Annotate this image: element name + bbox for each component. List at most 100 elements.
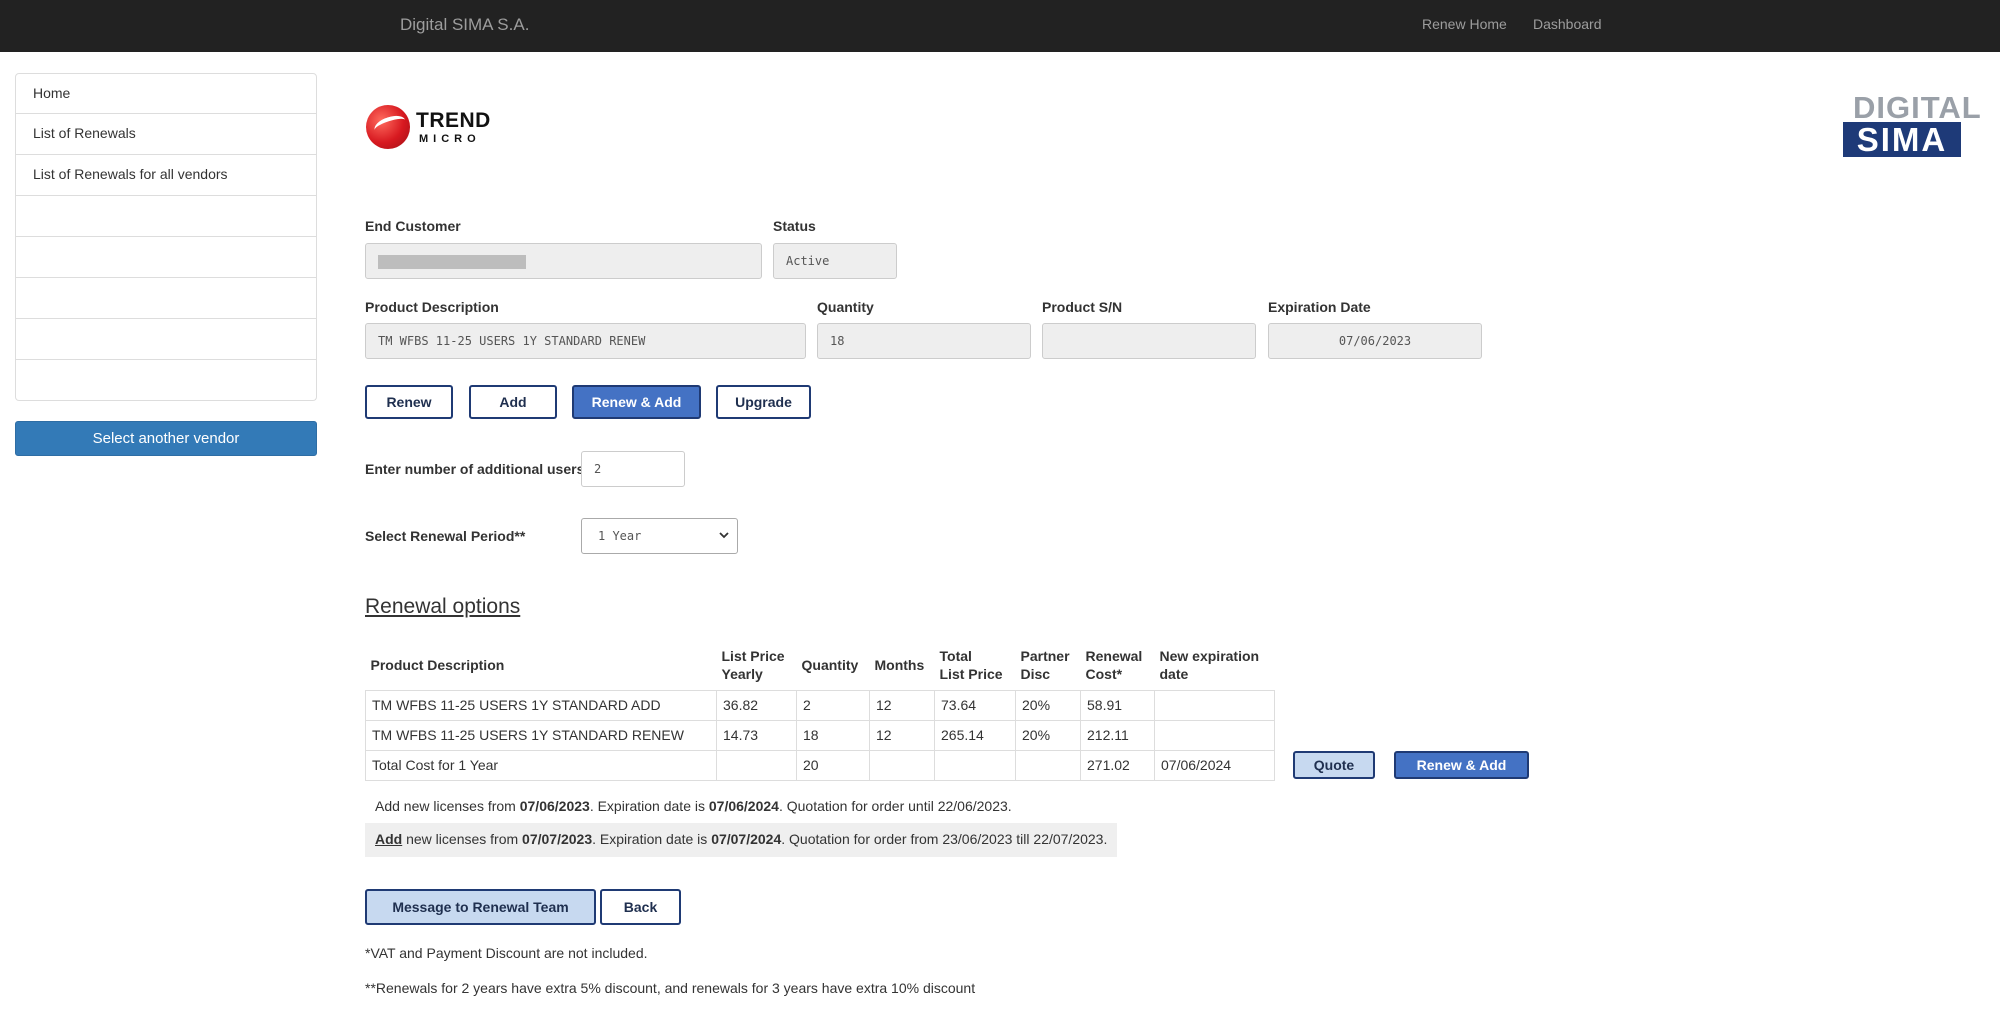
- table-cell: 212.11: [1080, 719, 1155, 751]
- brand-link[interactable]: Digital SIMA S.A.: [400, 15, 529, 35]
- trend-micro-logo-text: TREND: [416, 109, 491, 132]
- message-to-renewal-team-button[interactable]: Message to Renewal Team: [365, 889, 596, 925]
- message-text: . Expiration date is: [589, 798, 709, 814]
- trend-micro-logo-subtext: MICRO: [419, 133, 481, 145]
- nav-dashboard[interactable]: Dashboard: [1533, 16, 1602, 32]
- table-header-row: Product Description List Price Yearly Qua…: [366, 640, 1275, 690]
- add-licenses-message: Add new licenses from 07/06/2023. Expira…: [365, 796, 1022, 817]
- status-field: Active: [773, 243, 897, 279]
- table-cell: 36.82: [716, 689, 797, 721]
- message-text: . Quotation for order from 23/06/2023 ti…: [781, 831, 1108, 847]
- table-cell: 20%: [1015, 719, 1081, 751]
- product-sn-label: Product S/N: [1042, 299, 1123, 315]
- table-cell: [1015, 749, 1081, 781]
- product-description-label: Product Description: [365, 299, 499, 315]
- column-header: List Price Yearly: [721, 647, 785, 682]
- column-header: New expiration date: [1159, 647, 1260, 682]
- sidebar-item-empty: [15, 319, 317, 360]
- upgrade-button[interactable]: Upgrade: [716, 385, 811, 419]
- additional-users-input[interactable]: 2: [581, 451, 685, 487]
- table-cell: 14.73: [716, 719, 797, 751]
- quantity-field: 18: [817, 323, 1031, 359]
- expiration-date-field: 07/06/2023: [1268, 323, 1482, 359]
- table-cell: [1154, 719, 1275, 751]
- table-cell: 58.91: [1080, 689, 1155, 721]
- renewal-period-select[interactable]: 1 Year: [581, 518, 738, 554]
- column-header: Months: [874, 656, 925, 673]
- renew-and-add-button[interactable]: Renew & Add: [572, 385, 701, 419]
- select-another-vendor-button[interactable]: Select another vendor: [15, 421, 317, 456]
- sidebar-item-empty: [15, 237, 317, 278]
- table-row: TM WFBS 11-25 USERS 1Y STANDARD ADD 36.8…: [365, 689, 1275, 721]
- renew-button[interactable]: Renew: [365, 385, 453, 419]
- table-cell: 73.64: [934, 689, 1016, 721]
- table-cell: 07/06/2024: [1154, 749, 1275, 781]
- table-total-row: Total Cost for 1 Year 20 271.02 07/06/20…: [365, 749, 1275, 781]
- table-cell: Total Cost for 1 Year: [365, 749, 717, 781]
- renewal-period-selected-value: 1 Year: [598, 529, 642, 543]
- table-cell: 12: [869, 689, 935, 721]
- message-date: 07/07/2023: [522, 831, 593, 847]
- table-cell: 20: [796, 749, 870, 781]
- expiration-date-label: Expiration Date: [1268, 299, 1371, 315]
- add-button[interactable]: Add: [469, 385, 557, 419]
- message-text: new licenses from: [402, 831, 523, 847]
- message-date: 07/06/2024: [708, 798, 779, 814]
- additional-users-label: Enter number of additional users: [365, 461, 585, 477]
- quantity-label: Quantity: [817, 299, 874, 315]
- column-header: Total List Price: [939, 647, 1003, 682]
- status-label: Status: [773, 218, 816, 234]
- nav-renew-home[interactable]: Renew Home: [1422, 16, 1507, 32]
- digital-sima-logo-box: SIMA: [1843, 122, 1961, 158]
- top-navbar: Digital SIMA S.A. Renew Home Dashboard: [0, 0, 2000, 52]
- product-description-field: TM WFBS 11-25 USERS 1Y STANDARD RENEW: [365, 323, 806, 359]
- renewal-discount-note: **Renewals for 2 years have extra 5% dis…: [365, 980, 976, 996]
- column-header: Quantity: [801, 656, 859, 673]
- sidebar-item-empty: [15, 278, 317, 319]
- add-licenses-next-period-message: Add new licenses from 07/07/2023. Expira…: [365, 823, 1118, 857]
- sidebar-item-empty: [15, 360, 317, 401]
- end-customer-label: End Customer: [365, 218, 461, 234]
- sidebar-item-home[interactable]: Home: [15, 73, 317, 114]
- table-row: TM WFBS 11-25 USERS 1Y STANDARD RENEW 14…: [365, 719, 1275, 751]
- message-text: . Expiration date is: [592, 831, 712, 847]
- renewal-options-title: Renewal options: [365, 595, 521, 618]
- message-date: 07/06/2023: [519, 798, 590, 814]
- sidebar-item-list-of-renewals-all-vendors[interactable]: List of Renewals for all vendors: [15, 155, 317, 196]
- chevron-down-icon: [719, 532, 729, 539]
- column-header: Product Description: [370, 656, 505, 673]
- table-cell: [716, 749, 797, 781]
- table-cell: [869, 749, 935, 781]
- vat-note: *VAT and Payment Discount are not includ…: [365, 945, 648, 961]
- product-sn-field: [1042, 323, 1256, 359]
- quote-button[interactable]: Quote: [1293, 751, 1375, 779]
- sidebar-item-empty: [15, 196, 317, 237]
- message-text: Add new licenses from: [375, 798, 520, 814]
- message-date: 07/07/2024: [711, 831, 782, 847]
- digital-sima-logo: DIGITAL SIMA: [1843, 91, 1981, 159]
- add-link[interactable]: Add: [375, 831, 402, 847]
- column-header: Partner Disc: [1020, 647, 1070, 682]
- table-cell: 265.14: [934, 719, 1016, 751]
- renewal-period-label: Select Renewal Period**: [365, 528, 526, 544]
- sidebar-item-list-of-renewals[interactable]: List of Renewals: [15, 114, 317, 155]
- column-header: Renewal Cost*: [1085, 647, 1143, 682]
- redacted-customer-name: [378, 255, 526, 269]
- table-cell: TM WFBS 11-25 USERS 1Y STANDARD RENEW: [365, 719, 717, 751]
- table-renew-and-add-button[interactable]: Renew & Add: [1394, 751, 1529, 779]
- table-cell: [1154, 689, 1275, 721]
- table-cell: 12: [869, 719, 935, 751]
- end-customer-field: [365, 243, 762, 279]
- sidebar: Home List of Renewals List of Renewals f…: [15, 73, 317, 401]
- message-text: . Quotation for order until 22/06/2023.: [778, 798, 1012, 814]
- back-button[interactable]: Back: [600, 889, 681, 925]
- renewal-options-table: Product Description List Price Yearly Qua…: [365, 640, 1275, 781]
- table-cell: [934, 749, 1016, 781]
- table-cell: 20%: [1015, 689, 1081, 721]
- table-cell: 2: [796, 689, 870, 721]
- table-cell: TM WFBS 11-25 USERS 1Y STANDARD ADD: [365, 689, 717, 721]
- trend-micro-logo: TREND MICRO: [366, 103, 496, 155]
- digital-sima-logo-text: DIGITAL: [1853, 90, 1982, 125]
- table-cell: 18: [796, 719, 870, 751]
- table-cell: 271.02: [1080, 749, 1155, 781]
